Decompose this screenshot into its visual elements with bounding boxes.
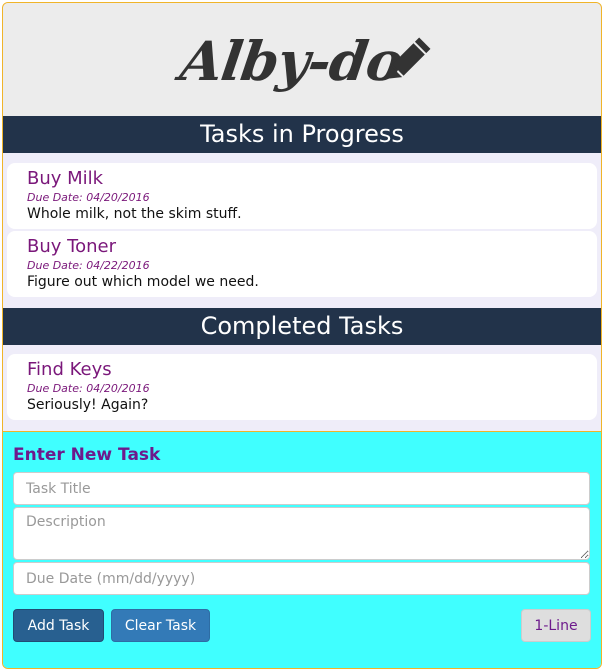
task-due-date: Due Date: 04/20/2016	[27, 382, 150, 395]
add-task-button[interactable]: Add Task	[13, 609, 104, 642]
task-title: Buy Toner	[27, 236, 116, 257]
task-due-date: Due Date: 04/20/2016	[27, 191, 150, 204]
header: Alby-do	[3, 3, 601, 116]
task-due-date: Due Date: 04/22/2016	[27, 259, 150, 272]
task-card[interactable]: Buy Toner Due Date: 04/22/2016 Figure ou…	[7, 231, 597, 297]
clear-task-button[interactable]: Clear Task	[111, 609, 210, 642]
task-title: Buy Milk	[27, 168, 104, 189]
task-title: Find Keys	[27, 359, 112, 380]
task-description: Seriously! Again?	[27, 397, 149, 413]
section-title-in-progress: Tasks in Progress	[3, 116, 601, 153]
due-date-input[interactable]	[13, 562, 590, 595]
task-description: Whole milk, not the skim stuff.	[27, 206, 242, 222]
new-task-form: Enter New Task Add Task Clear Task 1-Lin…	[3, 431, 601, 668]
pencil-icon	[389, 37, 431, 79]
task-title-input[interactable]	[13, 472, 590, 505]
task-card[interactable]: Find Keys Due Date: 04/20/2016 Seriously…	[7, 354, 597, 420]
form-heading: Enter New Task	[13, 445, 161, 465]
logo-text: Alby-do	[176, 29, 407, 93]
task-card[interactable]: Buy Milk Due Date: 04/20/2016 Whole milk…	[7, 163, 597, 229]
logo: Alby-do	[177, 25, 431, 115]
one-line-toggle-button[interactable]: 1-Line	[521, 609, 591, 642]
description-input[interactable]	[13, 507, 590, 560]
section-title-completed: Completed Tasks	[3, 308, 601, 345]
app-container: Alby-do Tasks in Progress Buy Milk Due D…	[2, 2, 602, 669]
task-description: Figure out which model we need.	[27, 274, 259, 290]
